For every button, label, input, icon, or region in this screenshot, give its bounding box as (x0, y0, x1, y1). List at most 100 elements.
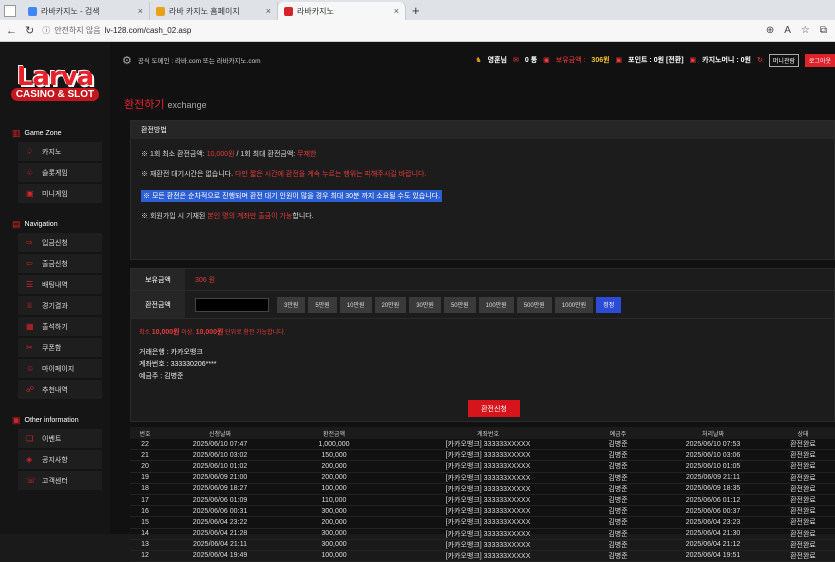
table-row: 12 2025/06/04 19:49 100,000 [카카오뱅크] 333333X… (130, 551, 835, 562)
table-cell: 환전완료 (790, 552, 816, 560)
table-cell: 환전완료 (790, 541, 816, 549)
favorite-icon[interactable]: ☆ (801, 25, 810, 36)
close-icon[interactable]: × (138, 6, 143, 16)
close-icon[interactable]: × (266, 6, 271, 16)
table-row: 17 2025/06/06 01:09 110,000 [카카오뱅크] 333333X… (130, 495, 835, 507)
sidebar-item-referral[interactable]: ☍ 추천내역 (18, 380, 102, 399)
amount-button-1000[interactable]: 1000만원 (554, 296, 594, 313)
close-icon[interactable]: × (394, 6, 399, 16)
user-icon: ♞ (475, 57, 482, 64)
amount-button-500[interactable]: 500만원 (516, 296, 552, 313)
points[interactable]: 포인트 : 0원 [전환] (628, 55, 683, 65)
address-bar: ← ↻ ⓘ 안전하지 않음 lv-128.com/cash_02.asp ⊕ A… (0, 20, 835, 42)
table-cell: 2025/06/09 21:00 (192, 474, 248, 482)
sidebar-item-notice[interactable]: ◈ 공지사항 (18, 450, 102, 469)
site-logo[interactable]: Larva CASINO & SLOT (0, 42, 110, 120)
casino-money: 카지노머니 : 0원 (702, 57, 751, 64)
amount-button-10[interactable]: 10만원 (339, 296, 372, 313)
col-header: 처리날짜 (701, 431, 725, 438)
table-cell: 2025/06/04 21:11 (193, 541, 247, 549)
table-cell: 17 (141, 496, 149, 504)
method-line-3: ※ 모든 환전은 순차적으로 진행되며 환전 대기 인원이 많을 경우 최대 3… (141, 190, 443, 202)
amount-button-100[interactable]: 100만원 (478, 296, 514, 313)
new-tab-button[interactable]: + (412, 3, 420, 18)
sidebar-item-casino[interactable]: ♤ 카지노 (18, 142, 102, 161)
table-cell: 2025/06/10 03:02 (192, 451, 248, 459)
sidebar-item-coupon[interactable]: ✂ 쿠폰함 (18, 338, 102, 357)
amount-button-20[interactable]: 20만원 (374, 296, 407, 313)
table-cell: 300,000 (321, 541, 347, 549)
sidebar-item-results[interactable]: ♕ 경기결과 (18, 296, 102, 315)
browser-tab-0[interactable]: 라바카지노 - 검색 × (22, 2, 150, 20)
exchange-form: 보유금액 306 원 환전금액 3만원 5만원 10만원 20만원 30만원 5… (130, 268, 835, 422)
table-cell: 200,000 (321, 462, 347, 470)
amount-button-5[interactable]: 5만원 (308, 296, 337, 313)
sidebar-item-support[interactable]: ☏ 고객센터 (18, 471, 102, 490)
amount-button-3[interactable]: 3만원 (277, 296, 306, 313)
casino-money-button[interactable]: 머니관람 (768, 53, 799, 67)
sidebar-item-withdraw[interactable]: ⇦ 출금신청 (18, 254, 102, 273)
table-cell: 15 (141, 518, 149, 526)
site-favicon-icon (284, 6, 293, 16)
table-cell: [카카오뱅크] 333333XXXXX (445, 463, 531, 471)
logout-button[interactable]: 로그아웃 (804, 53, 835, 67)
sidebar-item-slot[interactable]: ♧ 슬롯게임 (18, 163, 102, 182)
amount-input[interactable] (195, 297, 269, 312)
table-cell: 2025/06/09 21:11 (686, 474, 740, 482)
browser-tab-1[interactable]: 라바 카지노 홈페이지 × (150, 2, 278, 20)
amount-button-50[interactable]: 50만원 (443, 296, 476, 313)
warning-icon: ⓘ (42, 26, 51, 35)
table-cell: [카카오뱅크] 333333XXXXX (445, 541, 531, 549)
table-cell: 환전완료 (790, 474, 816, 482)
collections-icon[interactable]: ⧉ (820, 25, 827, 36)
text: 이상, (179, 330, 196, 336)
table-cell: [카카오뱅크] 333333XXXXX (445, 497, 531, 505)
table-cell: 김병준 (608, 474, 628, 482)
col-header: 환전금액 (322, 431, 346, 438)
back-icon[interactable]: ← (6, 25, 17, 37)
chart-icon: ▤ (12, 218, 21, 229)
refresh-icon[interactable]: ↻ (757, 56, 763, 64)
browser-tabbar: 라바카지노 - 검색 × 라바 카지노 홈페이지 × 라바카지노 × + (0, 0, 835, 20)
text: ※ 재환전 대기시간은 없습니다. (141, 171, 236, 178)
refresh-icon[interactable]: ↻ (25, 24, 34, 37)
table-cell: 환전완료 (790, 519, 816, 527)
megaphone-icon: ◈ (26, 455, 33, 464)
sidebar-item-minigame[interactable]: ▣ 미니게임 (18, 184, 102, 203)
method-header: 환전방법 (131, 121, 834, 139)
sidebar-item-deposit[interactable]: ⇨ 입금신청 (18, 233, 102, 252)
sidebar-item-label: 이벤트 (42, 435, 62, 443)
url-field[interactable]: ⓘ 안전하지 않음 lv-128.com/cash_02.asp (42, 24, 191, 38)
bank-name: 거래은행 : 카카오뱅크 (139, 349, 203, 356)
sidebar-item-event[interactable]: ❏ 이벤트 (18, 429, 102, 448)
section-navigation: ▤ Navigation (0, 217, 110, 231)
reset-button[interactable]: 정정 (596, 296, 622, 313)
table-header: 번호 신청날짜 환전금액 계좌번호 예금주 처리날짜 상태 (130, 427, 835, 439)
sidebar-item-label: 고객센터 (42, 477, 68, 485)
amount-button-30[interactable]: 30만원 (409, 296, 441, 313)
mail-icon[interactable]: ✉ (513, 56, 519, 64)
section-title: Navigation (24, 220, 58, 228)
browser-tab-2[interactable]: 라바카지노 × (278, 2, 406, 20)
text: 최소 (139, 330, 152, 336)
exchange-submit-button[interactable]: 환전신청 (468, 400, 520, 417)
message-count[interactable]: 0 통 (525, 55, 537, 65)
sidebar-item-mypage[interactable]: ☺ 마이페이지 (18, 359, 102, 378)
sidebar-item-bet-history[interactable]: ☰ 배팅내역 (18, 275, 102, 294)
sidebar-item-label: 입금신청 (42, 239, 68, 247)
gift-icon: ❏ (26, 434, 34, 443)
sidebar-item-attendance[interactable]: ▦ 출석하기 (18, 317, 102, 336)
zoom-icon[interactable]: ⊕ (766, 25, 774, 36)
text: 무제한 (297, 151, 317, 158)
main-content: 환전하기 exchange 환전방법 ※ 1회 최소 환전금액: 10,000원… (110, 78, 835, 562)
settings-icon[interactable]: ⚙ (122, 54, 132, 67)
domain-note: 공식 도메인 : 라바.com 또는 라바카지노.com (137, 58, 261, 65)
col-header: 번호 (139, 431, 151, 438)
amount-label: 환전금액 (131, 291, 185, 318)
text: 10,000원 (206, 151, 235, 158)
sidebar-item-label: 출금신청 (42, 260, 68, 268)
read-aloud-icon[interactable]: A (784, 25, 791, 36)
window-menu-icon[interactable] (4, 5, 16, 17)
list-icon: ☰ (26, 280, 34, 289)
security-label: 안전하지 않음 (54, 26, 101, 35)
